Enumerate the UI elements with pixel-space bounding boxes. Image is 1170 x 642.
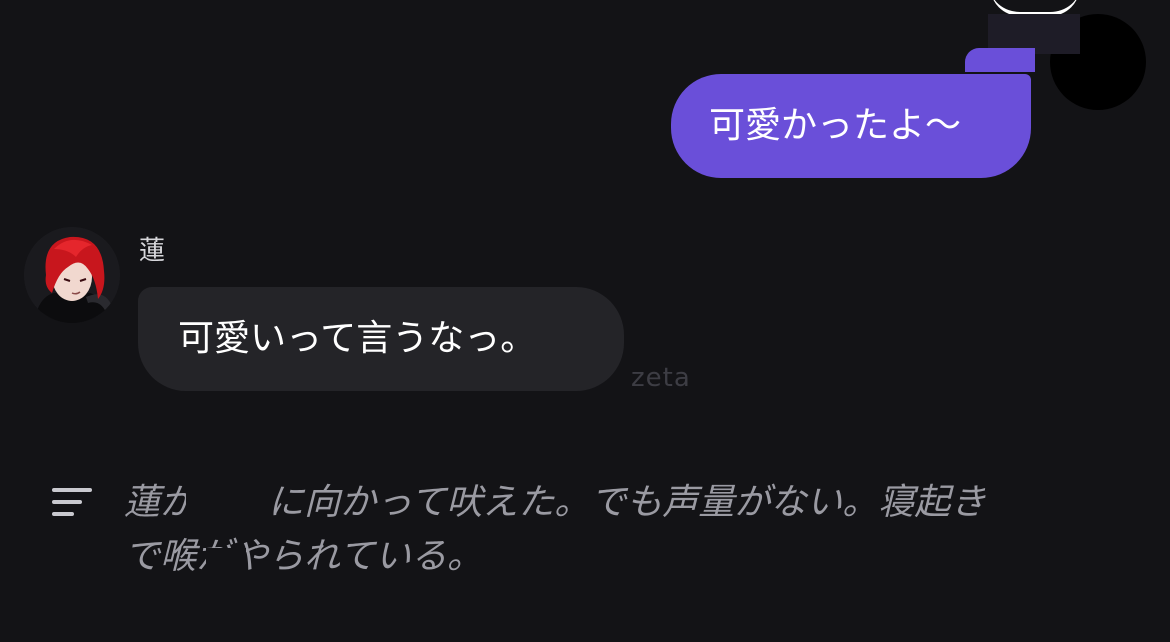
character-name: 蓮 — [139, 236, 166, 266]
redacted-area — [965, 48, 1035, 72]
narration-line: で喉がやられている。 — [124, 536, 483, 577]
list-lines-icon[interactable] — [52, 488, 92, 518]
narration-line: 蓮が に向かって吠えた。でも声量がない。寝起き — [124, 482, 987, 523]
redacted-area — [206, 548, 246, 584]
character-avatar[interactable] — [24, 227, 120, 323]
user-message-text: 可愛かったよ〜 — [709, 105, 962, 146]
user-message-bubble[interactable]: 可愛かったよ〜 — [671, 74, 1031, 178]
character-message-bubble[interactable]: 可愛いって言うなっ。 — [138, 287, 624, 391]
redacted-area — [186, 462, 244, 522]
narration-text: 蓮が に向かって吠えた。でも声量がない。寝起き で喉がやられている。 — [124, 476, 1084, 584]
watermark: zeta — [631, 363, 691, 393]
character-message-text: 可愛いって言うなっ。 — [178, 318, 537, 359]
character-portrait-icon — [24, 227, 120, 323]
chat-screen: 可愛かったよ〜 蓮 可愛いって言うなっ。 zeta 蓮が に向かって吠えた。でも… — [0, 0, 1170, 642]
